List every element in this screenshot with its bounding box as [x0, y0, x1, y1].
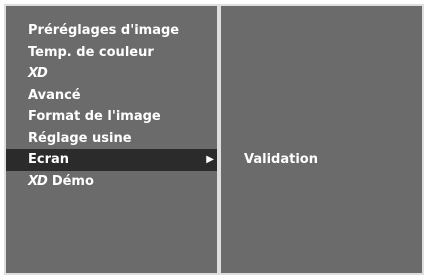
- menu-item-label: Temp. de couleur: [28, 44, 154, 60]
- menu-item-xd[interactable]: XD: [6, 63, 218, 85]
- submenu-panel: Validation: [221, 6, 422, 273]
- menu-item-ecran[interactable]: Ecran ▶: [6, 149, 218, 171]
- menu-item-label: Ecran: [28, 152, 70, 167]
- xd-logo: XD: [28, 66, 48, 81]
- menu-item-label: Avancé: [28, 87, 81, 103]
- main-menu-list: Préréglages d'image Temp. de couleur XD …: [6, 20, 218, 192]
- menu-item-label: Préréglages d'image: [28, 23, 180, 38]
- main-menu-panel: Préréglages d'image Temp. de couleur XD …: [6, 6, 218, 273]
- menu-item-xd-demo[interactable]: XD Démo: [6, 171, 218, 193]
- menu-item-format-image[interactable]: Format de l'image: [6, 106, 218, 128]
- menu-item-label: Démo: [51, 173, 94, 189]
- xd-logo: XD: [28, 173, 48, 189]
- submenu-item-validation[interactable]: Validation: [244, 152, 318, 167]
- menu-item-temp-couleur[interactable]: Temp. de couleur: [6, 42, 218, 64]
- osd-menu: Préréglages d'image Temp. de couleur XD …: [4, 4, 424, 275]
- menu-item-label: Réglage usine: [28, 130, 132, 146]
- menu-item-avance[interactable]: Avancé: [6, 85, 218, 107]
- arrow-right-icon: ▶: [206, 154, 214, 165]
- submenu-item-label: Validation: [244, 152, 318, 167]
- menu-item-prereglages-image[interactable]: Préréglages d'image: [6, 20, 218, 42]
- menu-item-reglage-usine[interactable]: Réglage usine: [6, 128, 218, 150]
- menu-item-label: Format de l'image: [28, 109, 161, 124]
